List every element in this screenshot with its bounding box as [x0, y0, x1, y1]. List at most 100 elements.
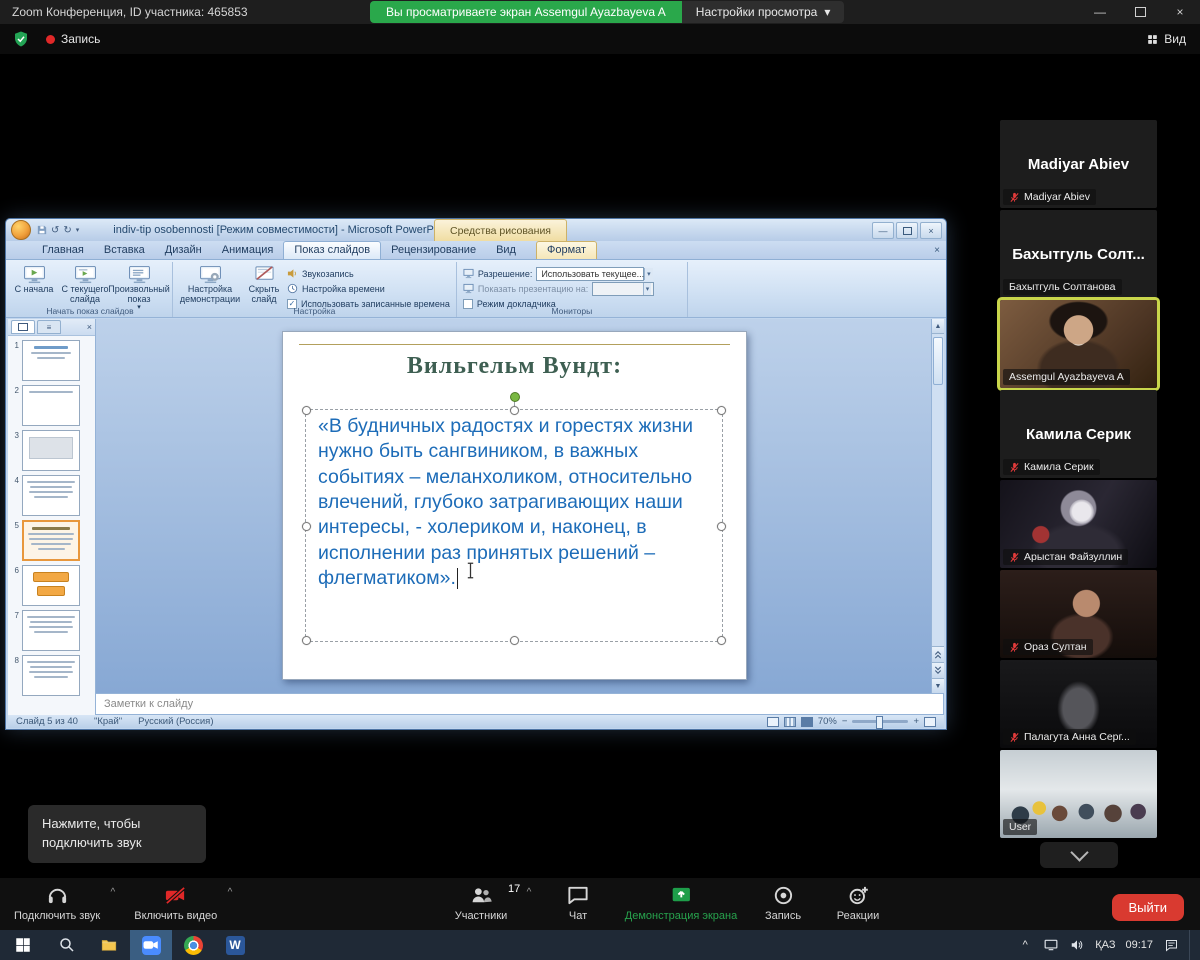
slide-textbox[interactable]: «В будничных радостях и горестях жизни н… — [305, 409, 723, 642]
leave-button[interactable]: Выйти — [1112, 894, 1185, 921]
maximize-button[interactable] — [1120, 0, 1160, 24]
from-current-slide-button[interactable]: С текущего слайда — [57, 264, 113, 304]
scroll-down-icon[interactable]: ▼ — [932, 678, 944, 693]
zoom-slider[interactable] — [852, 720, 908, 723]
hide-slide-button[interactable]: Скрыть слайд — [244, 264, 284, 304]
from-beginning-button[interactable]: С начала — [14, 264, 54, 294]
resize-handle[interactable] — [510, 406, 519, 415]
custom-show-button[interactable]: Произвольный показ ▾ — [116, 264, 162, 312]
reactions-button[interactable]: Реакции — [837, 884, 880, 922]
tab-outline[interactable]: ≡ — [37, 320, 61, 334]
slide-thumbnail-5[interactable]: 5 — [12, 520, 93, 561]
scrollbar-thumb[interactable] — [933, 337, 943, 385]
slide-thumbnail-3[interactable]: 3 — [12, 430, 93, 471]
language-indicator[interactable]: ҚАЗ — [1095, 939, 1115, 951]
close-pane-icon[interactable]: × — [87, 322, 92, 332]
participants-scroll-down-button[interactable] — [1040, 842, 1118, 868]
minimize-button[interactable]: — — [1080, 0, 1120, 24]
slide-thumbnail-1[interactable]: 1 — [12, 340, 93, 381]
action-center-icon[interactable] — [1163, 937, 1179, 953]
ppt-tab-vid[interactable]: Вид — [486, 242, 526, 259]
chat-button[interactable]: Чат — [567, 884, 590, 922]
ppt-tab-dizayn[interactable]: Дизайн — [155, 242, 212, 259]
encryption-shield-icon[interactable] — [12, 30, 30, 48]
slide-thumbnail-8[interactable]: 8 — [12, 655, 93, 696]
setup-slideshow-button[interactable]: Настройка демонстрации — [179, 264, 241, 304]
audio-options-chevron[interactable]: ^ — [111, 887, 116, 898]
ppt-tab-recenzirovanie[interactable]: Рецензирование — [381, 242, 486, 259]
zoom-in-icon[interactable]: + — [913, 716, 919, 727]
record-narration-button[interactable]: Звукозапись — [287, 267, 450, 280]
participants-options-chevron[interactable]: ^ — [527, 887, 532, 898]
slide-thumbnail-4[interactable]: 4 — [12, 475, 93, 516]
view-button[interactable]: Вид — [1146, 32, 1186, 46]
taskbar-search-button[interactable] — [46, 930, 88, 960]
hidden-icons-chevron[interactable]: ^ — [1017, 937, 1033, 953]
slide-thumbnail-2[interactable]: 2 — [12, 385, 93, 426]
slide-sorter-button[interactable] — [784, 717, 796, 727]
record-button[interactable]: Запись — [765, 884, 801, 922]
close-document-icon[interactable]: × — [934, 245, 940, 256]
office-button[interactable] — [11, 220, 31, 240]
resize-handle[interactable] — [717, 522, 726, 531]
video-options-chevron[interactable]: ^ — [228, 887, 233, 898]
show-desktop-strip[interactable] — [1189, 930, 1194, 960]
redo-icon[interactable]: ↻ — [63, 225, 71, 236]
resize-handle[interactable] — [510, 636, 519, 645]
taskbar-zoom-app-active[interactable] — [130, 930, 172, 960]
taskbar-chrome[interactable] — [172, 930, 214, 960]
slideshow-view-button[interactable] — [801, 717, 813, 727]
close-button[interactable]: × — [1160, 0, 1200, 24]
clock[interactable]: 09:17 — [1125, 939, 1153, 951]
resize-handle[interactable] — [717, 406, 726, 415]
participant-tile-3[interactable]: Assemgul Ayazbayeva A — [1000, 300, 1157, 388]
start-button[interactable] — [0, 930, 46, 960]
fit-slide-button[interactable] — [924, 717, 936, 727]
ppt-tab-vstavka[interactable]: Вставка — [94, 242, 155, 259]
slide-scrollbar[interactable]: ▲ ▼ — [931, 319, 944, 693]
slide-thumbnail-7[interactable]: 7 — [12, 610, 93, 651]
participant-tile-5[interactable]: Арыстан Файзуллин — [1000, 480, 1157, 568]
slide-canvas[interactable]: Вильгельм Вундт: «В будничных радостях и… — [282, 331, 747, 680]
zoom-out-icon[interactable]: − — [842, 716, 848, 727]
participant-tile-8[interactable]: User — [1000, 750, 1157, 838]
ppt-tab-animaciya[interactable]: Анимация — [212, 242, 284, 259]
share-screen-button[interactable]: Демонстрация экрана — [625, 884, 737, 922]
participant-tile-6[interactable]: Ораз Султан — [1000, 570, 1157, 658]
tab-slides[interactable] — [11, 320, 35, 334]
previous-slide-button[interactable] — [932, 646, 944, 662]
rehearse-timings-button[interactable]: Настройка времени — [287, 282, 450, 295]
participants-button[interactable]: 17 ^ Участники — [455, 884, 508, 922]
view-settings-button[interactable]: Настройки просмотра ▾ — [682, 1, 845, 23]
ppt-tab-pokaz-slaydov[interactable]: Показ слайдов — [283, 241, 381, 259]
participant-tile-1[interactable]: Madiyar AbievMadiyar Abiev — [1000, 120, 1157, 208]
participant-tile-2[interactable]: Бахытгуль Солт...Бахытгуль Солтанова — [1000, 210, 1157, 298]
ppt-restore-button[interactable] — [896, 222, 918, 239]
slide-title[interactable]: Вильгельм Вундт: — [283, 353, 746, 380]
volume-tray-icon[interactable] — [1069, 937, 1085, 953]
participant-tile-4[interactable]: Камила СерикКамила Серик — [1000, 390, 1157, 478]
save-icon[interactable] — [37, 225, 47, 235]
ppt-tab-format[interactable]: Формат — [536, 241, 597, 259]
ppt-close-button[interactable]: × — [920, 222, 942, 239]
resize-handle[interactable] — [717, 636, 726, 645]
slide-thumbnail-6[interactable]: 6 — [12, 565, 93, 606]
zoom-slider-thumb[interactable] — [876, 716, 883, 729]
taskbar-file-explorer[interactable] — [88, 930, 130, 960]
start-video-button[interactable]: Включить видео — [134, 884, 217, 922]
next-slide-button[interactable] — [932, 662, 944, 678]
rotate-handle[interactable] — [510, 392, 520, 402]
join-audio-button[interactable]: Подключить звук — [14, 884, 100, 922]
notes-pane[interactable]: Заметки к слайду — [96, 693, 944, 715]
taskbar-word[interactable]: W — [214, 930, 256, 960]
resolution-select[interactable]: Использовать текущее... ▾ — [536, 267, 644, 281]
ppt-tab-glavnaya[interactable]: Главная — [32, 242, 94, 259]
language-indicator[interactable]: Русский (Россия) — [138, 716, 213, 727]
scroll-up-icon[interactable]: ▲ — [932, 319, 944, 334]
resize-handle[interactable] — [302, 522, 311, 531]
participant-tile-7[interactable]: Палагута Анна Серг... — [1000, 660, 1157, 748]
resize-handle[interactable] — [302, 636, 311, 645]
resize-handle[interactable] — [302, 406, 311, 415]
normal-view-button[interactable] — [767, 717, 779, 727]
recording-indicator[interactable]: Запись — [46, 32, 100, 46]
